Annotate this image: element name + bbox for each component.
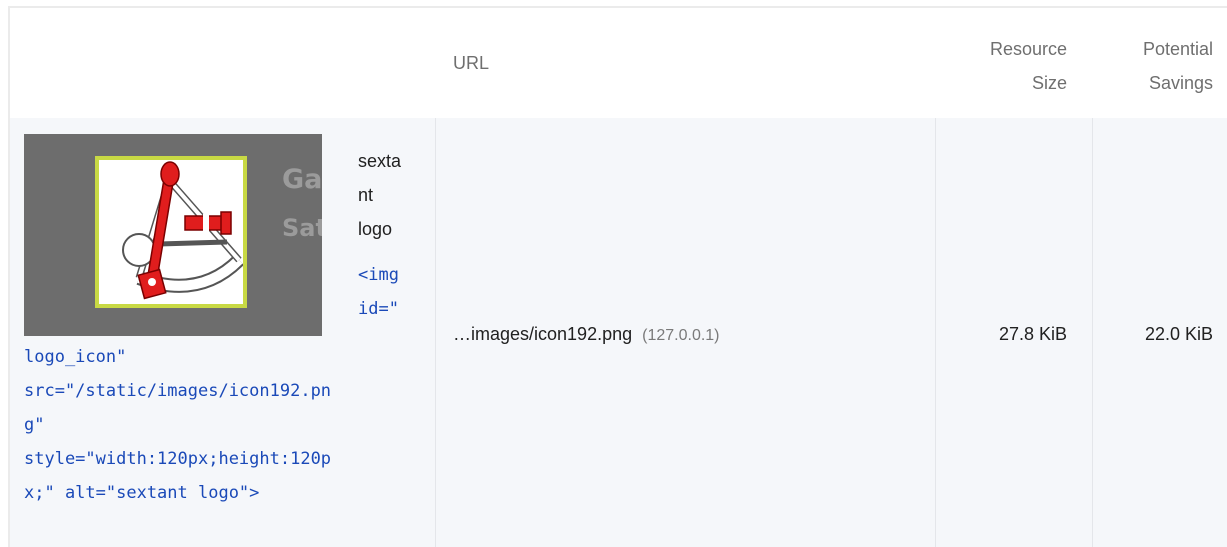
potential-savings-value: 22.0 KiB xyxy=(1144,324,1213,344)
header-resource-size-line1: Resource xyxy=(989,39,1067,59)
snippet-line: src="/static/images/icon192.pn xyxy=(24,381,332,401)
snippet-line: id=" xyxy=(358,299,399,319)
table-header: URL Resource Size Potential Savings xyxy=(10,8,1227,118)
header-potential-savings: Potential Savings xyxy=(1143,32,1213,100)
resource-url-path[interactable]: …images/icon192.png xyxy=(453,324,632,344)
snippet-line: g" xyxy=(24,415,45,435)
thumbnail-ghost-text: Ga xyxy=(282,164,322,195)
header-resource-size-line2: Size xyxy=(1031,73,1067,93)
header-potential-savings-line1: Potential xyxy=(1142,39,1213,59)
snippet-line: <img xyxy=(358,265,399,285)
table-row[interactable]: Ga Sat sexta nt logo <img id=" logo_icon… xyxy=(10,118,1227,547)
column-divider xyxy=(435,118,436,547)
snippet-line: style="width:120px;height:120p xyxy=(24,449,332,469)
thumbnail-ghost-text: Sat xyxy=(282,214,322,242)
node-snippet-tail[interactable]: logo_icon" src="/static/images/icon192.p… xyxy=(24,340,424,510)
snippet-line: x;" alt="sextant logo"> xyxy=(24,483,260,503)
node-label: sexta nt logo xyxy=(358,144,418,246)
element-screenshot-thumbnail: Ga Sat xyxy=(24,134,322,336)
column-divider xyxy=(1092,118,1093,547)
column-divider xyxy=(935,118,936,547)
resource-url-host: (127.0.0.1) xyxy=(642,327,720,344)
header-url: URL xyxy=(453,53,490,73)
node-label-line: sexta xyxy=(358,151,402,171)
sextant-logo-icon xyxy=(95,156,247,308)
node-label-line: logo xyxy=(358,219,393,239)
node-label-line: nt xyxy=(358,185,374,205)
header-resource-size: Resource Size xyxy=(990,32,1067,100)
resource-url[interactable]: …images/icon192.png (127.0.0.1) xyxy=(453,324,720,345)
header-potential-savings-line2: Savings xyxy=(1148,73,1213,93)
node-snippet-head[interactable]: <img id=" xyxy=(358,258,399,326)
resource-size-value: 27.8 KiB xyxy=(998,324,1067,344)
snippet-line: logo_icon" xyxy=(24,347,127,367)
